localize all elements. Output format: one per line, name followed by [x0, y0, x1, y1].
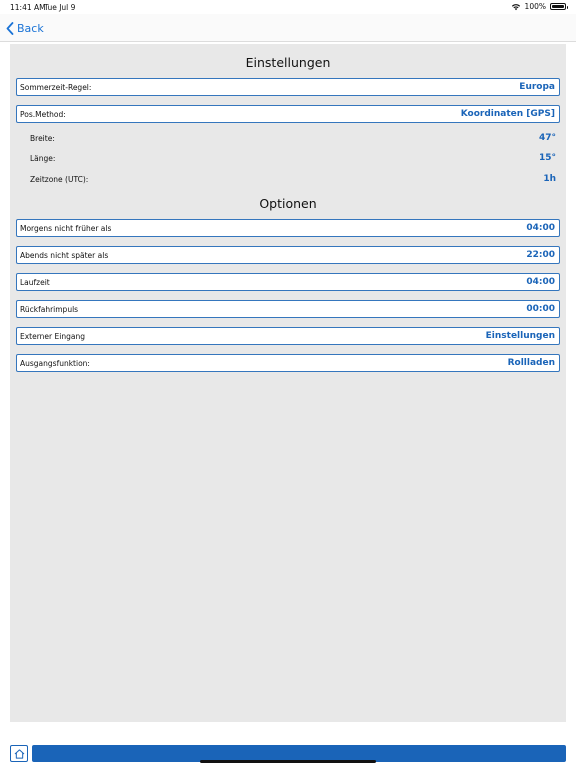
- option-row[interactable]: Rückfahrimpuls 00:00: [16, 300, 560, 318]
- bottom-toolbar: [0, 740, 576, 768]
- option-row[interactable]: Externer Eingang Einstellungen: [16, 327, 560, 345]
- pos-method-row[interactable]: Pos.Method: Koordinaten [GPS]: [16, 105, 560, 123]
- home-button[interactable]: [10, 745, 28, 762]
- option-value: Einstellungen: [485, 331, 555, 341]
- dst-rule-label: Sommerzeit-Regel:: [20, 82, 92, 92]
- pos-method-value: Koordinaten [GPS]: [460, 109, 555, 119]
- timezone-row[interactable]: Zeitzone (UTC): 1h: [30, 172, 556, 186]
- home-indicator[interactable]: [200, 760, 376, 763]
- settings-panel: Einstellungen Sommerzeit-Regel: Europa P…: [10, 44, 566, 722]
- timezone-value: 1h: [543, 174, 556, 184]
- pos-method-label: Pos.Method:: [20, 109, 66, 119]
- latitude-row[interactable]: Breite: 47°: [30, 131, 556, 145]
- option-row[interactable]: Laufzeit 04:00: [16, 273, 560, 291]
- battery-percent: 100%: [524, 2, 546, 11]
- option-label: Externer Eingang: [20, 331, 85, 341]
- longitude-label: Länge:: [30, 153, 56, 163]
- option-label: Abends nicht später als: [20, 250, 109, 260]
- option-value: 22:00: [526, 250, 555, 260]
- option-row[interactable]: Abends nicht später als 22:00: [16, 246, 560, 264]
- option-value: Rollladen: [507, 358, 555, 368]
- settings-title: Einstellungen: [245, 55, 331, 70]
- dst-rule-value: Europa: [519, 82, 555, 92]
- longitude-value: 15°: [538, 153, 556, 163]
- option-value: 04:00: [526, 277, 555, 287]
- option-value: 04:00: [526, 223, 555, 233]
- option-label: Rückfahrimpuls: [20, 304, 79, 314]
- battery-icon: [550, 3, 568, 10]
- status-indicators: 100%: [511, 2, 568, 11]
- back-label: Back: [17, 21, 44, 35]
- option-label: Ausgangsfunktion:: [20, 358, 90, 368]
- option-row[interactable]: Morgens nicht früher als 04:00: [16, 219, 560, 237]
- option-label: Laufzeit: [20, 277, 50, 287]
- status-time: 11:41 AM: [10, 3, 46, 12]
- chevron-left-icon: [6, 21, 14, 35]
- latitude-value: 47°: [538, 133, 556, 143]
- status-bar: 11:41 AM Tue Jul 9 100%: [0, 0, 576, 14]
- back-button[interactable]: Back: [6, 19, 44, 37]
- timezone-label: Zeitzone (UTC):: [30, 174, 89, 184]
- wifi-icon: [511, 3, 520, 10]
- longitude-row[interactable]: Länge: 15°: [30, 151, 556, 165]
- status-date: Tue Jul 9: [44, 3, 76, 12]
- option-row[interactable]: Ausgangsfunktion: Rollladen: [16, 354, 560, 372]
- option-value: 00:00: [526, 304, 555, 314]
- home-icon: [14, 748, 24, 759]
- navigation-bar: Back: [0, 14, 576, 42]
- option-label: Morgens nicht früher als: [20, 223, 112, 233]
- latitude-label: Breite:: [30, 133, 55, 143]
- dst-rule-row[interactable]: Sommerzeit-Regel: Europa: [16, 78, 560, 96]
- options-title: Optionen: [259, 196, 317, 211]
